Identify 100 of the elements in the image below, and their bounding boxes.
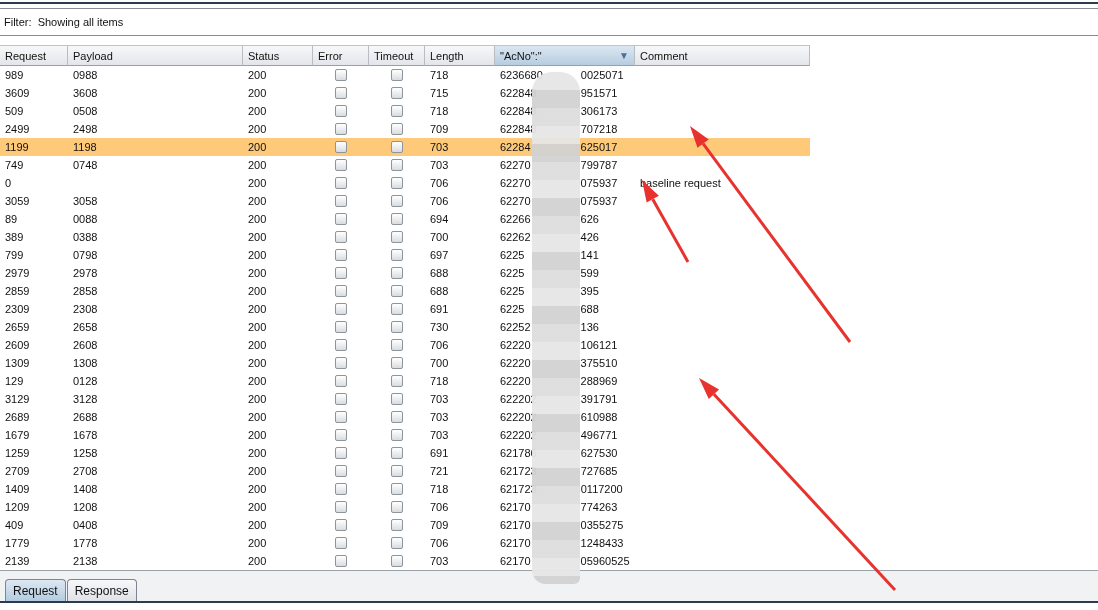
checkbox[interactable] <box>391 231 403 243</box>
table-row[interactable]: 129 0128 200 718 62220 288969 <box>0 372 810 390</box>
checkbox[interactable] <box>335 375 347 387</box>
checkbox[interactable] <box>391 501 403 513</box>
checkbox[interactable] <box>335 249 347 261</box>
table-cell: 62170 <box>500 519 531 531</box>
checkbox[interactable] <box>335 267 347 279</box>
checkbox[interactable] <box>335 195 347 207</box>
checkbox[interactable] <box>335 123 347 135</box>
checkbox[interactable] <box>391 87 403 99</box>
checkbox[interactable] <box>391 123 403 135</box>
column-header[interactable]: Status <box>243 46 313 66</box>
checkbox[interactable] <box>335 411 347 423</box>
checkbox[interactable] <box>335 357 347 369</box>
table-row[interactable]: 0 200 706 62270 075937 baseline request <box>0 174 810 192</box>
table-row[interactable]: 749 0748 200 703 62270 799787 <box>0 156 810 174</box>
table-row[interactable]: 1259 1258 200 691 621786 627530 <box>0 444 810 462</box>
table-row[interactable]: 509 0508 200 718 622848 306173 <box>0 102 810 120</box>
checkbox[interactable] <box>335 447 347 459</box>
table-row[interactable]: 89 0088 200 694 62266 626 <box>0 210 810 228</box>
tab[interactable]: Response <box>66 579 137 601</box>
checkbox[interactable] <box>335 303 347 315</box>
checkbox[interactable] <box>391 555 403 567</box>
column-header[interactable]: Error <box>313 46 369 66</box>
checkbox[interactable] <box>391 393 403 405</box>
table-row[interactable]: 409 0408 200 709 62170 0355275 <box>0 516 810 534</box>
table-row[interactable]: 1309 1308 200 700 62220 375510 <box>0 354 810 372</box>
table-cell: 141 <box>580 249 599 261</box>
table-row[interactable]: 2659 2658 200 730 62252 136 <box>0 318 810 336</box>
checkbox[interactable] <box>391 213 403 225</box>
checkbox[interactable] <box>391 105 403 117</box>
checkbox[interactable] <box>335 537 347 549</box>
table-cell: 200 <box>248 321 267 333</box>
checkbox[interactable] <box>391 411 403 423</box>
table-row[interactable]: 2859 2858 200 688 6225 395 <box>0 282 810 300</box>
checkbox[interactable] <box>335 231 347 243</box>
checkbox[interactable] <box>391 303 403 315</box>
checkbox[interactable] <box>391 159 403 171</box>
checkbox[interactable] <box>391 195 403 207</box>
table-row[interactable]: 1779 1778 200 706 62170 1248433 <box>0 534 810 552</box>
table-row[interactable]: 2309 2308 200 691 6225 688 <box>0 300 810 318</box>
checkbox[interactable] <box>335 69 347 81</box>
table-cell: 2979 <box>5 267 30 279</box>
table-row[interactable]: 2709 2708 200 721 621723 727685 <box>0 462 810 480</box>
checkbox[interactable] <box>391 267 403 279</box>
checkbox[interactable] <box>391 375 403 387</box>
checkbox[interactable] <box>335 501 347 513</box>
tab[interactable]: Request <box>5 579 66 601</box>
checkbox[interactable] <box>391 285 403 297</box>
checkbox[interactable] <box>335 465 347 477</box>
table-row[interactable]: 2689 2688 200 703 622202 610988 <box>0 408 810 426</box>
checkbox[interactable] <box>335 159 347 171</box>
checkbox[interactable] <box>391 429 403 441</box>
checkbox[interactable] <box>335 321 347 333</box>
table-row[interactable]: 3129 3128 200 703 622202 391791 <box>0 390 810 408</box>
table-row[interactable]: 1679 1678 200 703 622202 496771 <box>0 426 810 444</box>
table-row[interactable]: 989 0988 200 718 6236680 0025071 <box>0 66 810 84</box>
table-row[interactable]: 389 0388 200 700 62262 426 <box>0 228 810 246</box>
checkbox[interactable] <box>335 177 347 189</box>
checkbox[interactable] <box>335 141 347 153</box>
checkbox[interactable] <box>391 141 403 153</box>
checkbox[interactable] <box>335 213 347 225</box>
checkbox[interactable] <box>335 429 347 441</box>
checkbox[interactable] <box>391 483 403 495</box>
checkbox[interactable] <box>391 447 403 459</box>
table-row[interactable]: 1199 1198 200 703 62284 625017 <box>0 138 810 156</box>
column-header[interactable]: "AcNo":" ▼ <box>495 46 635 66</box>
checkbox[interactable] <box>335 87 347 99</box>
checkbox[interactable] <box>335 555 347 567</box>
table-row[interactable]: 3609 3608 200 715 622848 951571 <box>0 84 810 102</box>
checkbox[interactable] <box>391 177 403 189</box>
column-header[interactable]: Request <box>0 46 68 66</box>
checkbox[interactable] <box>391 339 403 351</box>
column-header[interactable]: Length <box>425 46 495 66</box>
table-cell: 0508 <box>73 105 98 117</box>
table-row[interactable]: 2499 2498 200 709 622848 707218 <box>0 120 810 138</box>
table-row[interactable]: 1209 1208 200 706 62170 774263 <box>0 498 810 516</box>
checkbox[interactable] <box>391 69 403 81</box>
checkbox[interactable] <box>391 321 403 333</box>
column-header[interactable]: Payload <box>68 46 243 66</box>
checkbox[interactable] <box>391 519 403 531</box>
checkbox[interactable] <box>335 519 347 531</box>
table-row[interactable]: 1409 1408 200 718 621723 0117200 <box>0 480 810 498</box>
checkbox[interactable] <box>335 483 347 495</box>
table-row[interactable]: 799 0798 200 697 6225 141 <box>0 246 810 264</box>
checkbox[interactable] <box>335 339 347 351</box>
checkbox[interactable] <box>391 357 403 369</box>
table-row[interactable]: 3059 3058 200 706 62270 075937 <box>0 192 810 210</box>
column-header[interactable]: Timeout <box>369 46 425 66</box>
checkbox[interactable] <box>335 285 347 297</box>
checkbox[interactable] <box>391 537 403 549</box>
filter-bar[interactable]: Filter: Showing all items <box>0 8 1098 36</box>
checkbox[interactable] <box>391 249 403 261</box>
table-row[interactable]: 2979 2978 200 688 6225 599 <box>0 264 810 282</box>
table-row[interactable]: 2139 2138 200 703 62170 05960525 <box>0 552 810 570</box>
checkbox[interactable] <box>335 393 347 405</box>
checkbox[interactable] <box>391 465 403 477</box>
table-row[interactable]: 2609 2608 200 706 62220 106121 <box>0 336 810 354</box>
column-header[interactable]: Comment <box>635 46 810 66</box>
checkbox[interactable] <box>335 105 347 117</box>
